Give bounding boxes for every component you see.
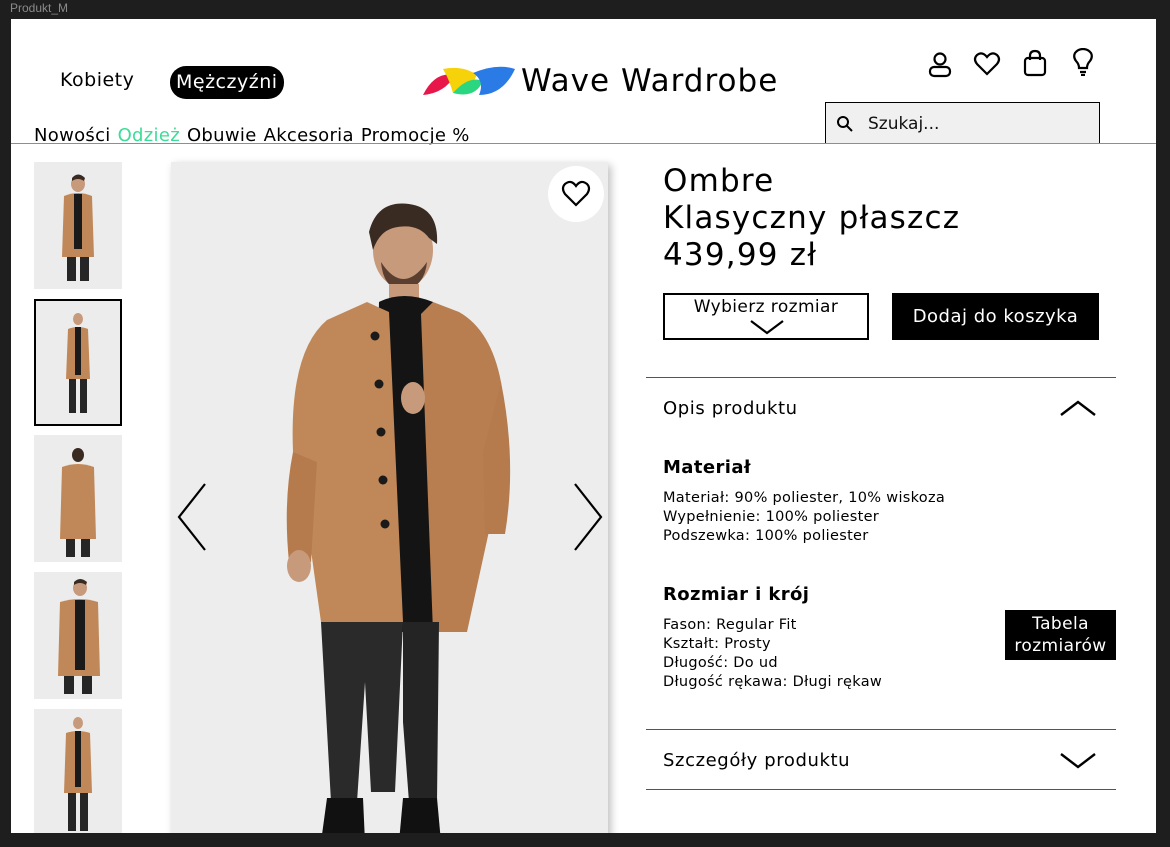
prop-value: Długi rękaw bbox=[792, 674, 883, 690]
size-table-label-line2: rozmiarów bbox=[1014, 636, 1107, 656]
gallery-thumbnail[interactable] bbox=[34, 435, 122, 562]
search-input[interactable]: Szukaj... bbox=[868, 114, 939, 134]
bag-icon[interactable] bbox=[1021, 49, 1049, 77]
previous-image-arrow-icon[interactable] bbox=[175, 482, 209, 552]
fit-list: Fason: Regular Fit Kształt: Prosty Długo… bbox=[663, 616, 882, 692]
fit-row: Fason: Regular Fit bbox=[663, 617, 797, 633]
material-list: Materiał: 90% poliester, 10% wiskoza Wyp… bbox=[663, 489, 945, 546]
prop-key: Wypełnienie bbox=[663, 509, 756, 525]
product-page: Kobiety Mężczyźni Wave Wardrobe Szukaj..… bbox=[11, 19, 1156, 833]
product-title: Ombre Klasyczny płaszcz 439,99 zł bbox=[663, 163, 960, 274]
accordion-divider bbox=[646, 789, 1116, 790]
brand-name[interactable]: Wave Wardrobe bbox=[521, 63, 778, 99]
frame-label: Produkt_M bbox=[10, 1, 69, 15]
prop-key: Podszewka bbox=[663, 528, 745, 544]
size-table-label-line1: Tabela bbox=[1032, 614, 1089, 634]
fit-row: Długość rękawa: Długi rękaw bbox=[663, 674, 883, 690]
accordion-description-header[interactable]: Opis produktu bbox=[663, 398, 798, 419]
prop-key: Długość bbox=[663, 655, 724, 671]
user-icon[interactable] bbox=[926, 51, 954, 79]
prop-key: Materiał bbox=[663, 490, 725, 506]
gallery-thumbnail[interactable] bbox=[34, 162, 122, 289]
search-box[interactable]: Szukaj... bbox=[825, 102, 1100, 144]
add-to-cart-button[interactable]: Dodaj do koszyka bbox=[892, 293, 1099, 340]
material-row: Wypełnienie: 100% poliester bbox=[663, 509, 880, 525]
heart-icon bbox=[561, 180, 591, 207]
accordion-details-header[interactable]: Szczegóły produktu bbox=[663, 750, 850, 771]
fit-row: Kształt: Prosty bbox=[663, 636, 771, 652]
material-row: Materiał: 90% poliester, 10% wiskoza bbox=[663, 490, 946, 506]
wishlist-heart-icon[interactable] bbox=[973, 50, 1001, 78]
product-brand: Ombre bbox=[663, 163, 775, 199]
prop-key: Długość rękawa bbox=[663, 674, 783, 690]
gallery-thumbnail[interactable] bbox=[34, 572, 122, 699]
chevron-up-icon[interactable] bbox=[1059, 399, 1097, 417]
gender-women-tab[interactable]: Kobiety bbox=[60, 69, 134, 91]
fit-row: Długość: Do ud bbox=[663, 655, 778, 671]
material-row: Podszewka: 100% poliester bbox=[663, 528, 869, 544]
size-table-button[interactable]: Tabela rozmiarów bbox=[1005, 610, 1116, 660]
prop-value: Do ud bbox=[733, 655, 778, 671]
size-select-dropdown[interactable]: Wybierz rozmiar bbox=[663, 293, 869, 340]
lightbulb-icon[interactable] bbox=[1069, 48, 1097, 76]
gallery-thumbnail-selected[interactable] bbox=[34, 299, 122, 426]
prop-value: Regular Fit bbox=[716, 617, 797, 633]
prop-value: 100% poliester bbox=[755, 528, 869, 544]
size-select-label: Wybierz rozmiar bbox=[693, 297, 839, 317]
material-heading: Materiał bbox=[663, 457, 751, 478]
brand-logo[interactable] bbox=[423, 65, 515, 101]
search-icon bbox=[837, 116, 853, 132]
prop-value: Prosty bbox=[724, 636, 771, 652]
product-photo bbox=[171, 162, 608, 833]
chevron-down-icon bbox=[750, 320, 784, 335]
add-to-wishlist-button[interactable] bbox=[548, 166, 604, 222]
chevron-down-icon[interactable] bbox=[1059, 752, 1097, 770]
fit-heading: Rozmiar i krój bbox=[663, 584, 810, 605]
prop-key: Fason bbox=[663, 617, 707, 633]
main-product-image[interactable] bbox=[171, 162, 608, 833]
product-price: 439,99 zł bbox=[663, 237, 818, 273]
prop-key: Kształt bbox=[663, 636, 715, 652]
product-name: Klasyczny płaszcz bbox=[663, 200, 961, 236]
prop-value: 90% poliester, 10% wiskoza bbox=[734, 490, 946, 506]
next-image-arrow-icon[interactable] bbox=[571, 482, 605, 552]
prop-value: 100% poliester bbox=[765, 509, 880, 525]
gallery-thumbnail[interactable] bbox=[34, 709, 122, 833]
accordion-divider bbox=[646, 377, 1116, 378]
header-divider bbox=[11, 143, 1156, 144]
gender-men-tab[interactable]: Mężczyźni bbox=[170, 66, 284, 99]
accordion-divider bbox=[646, 729, 1116, 730]
